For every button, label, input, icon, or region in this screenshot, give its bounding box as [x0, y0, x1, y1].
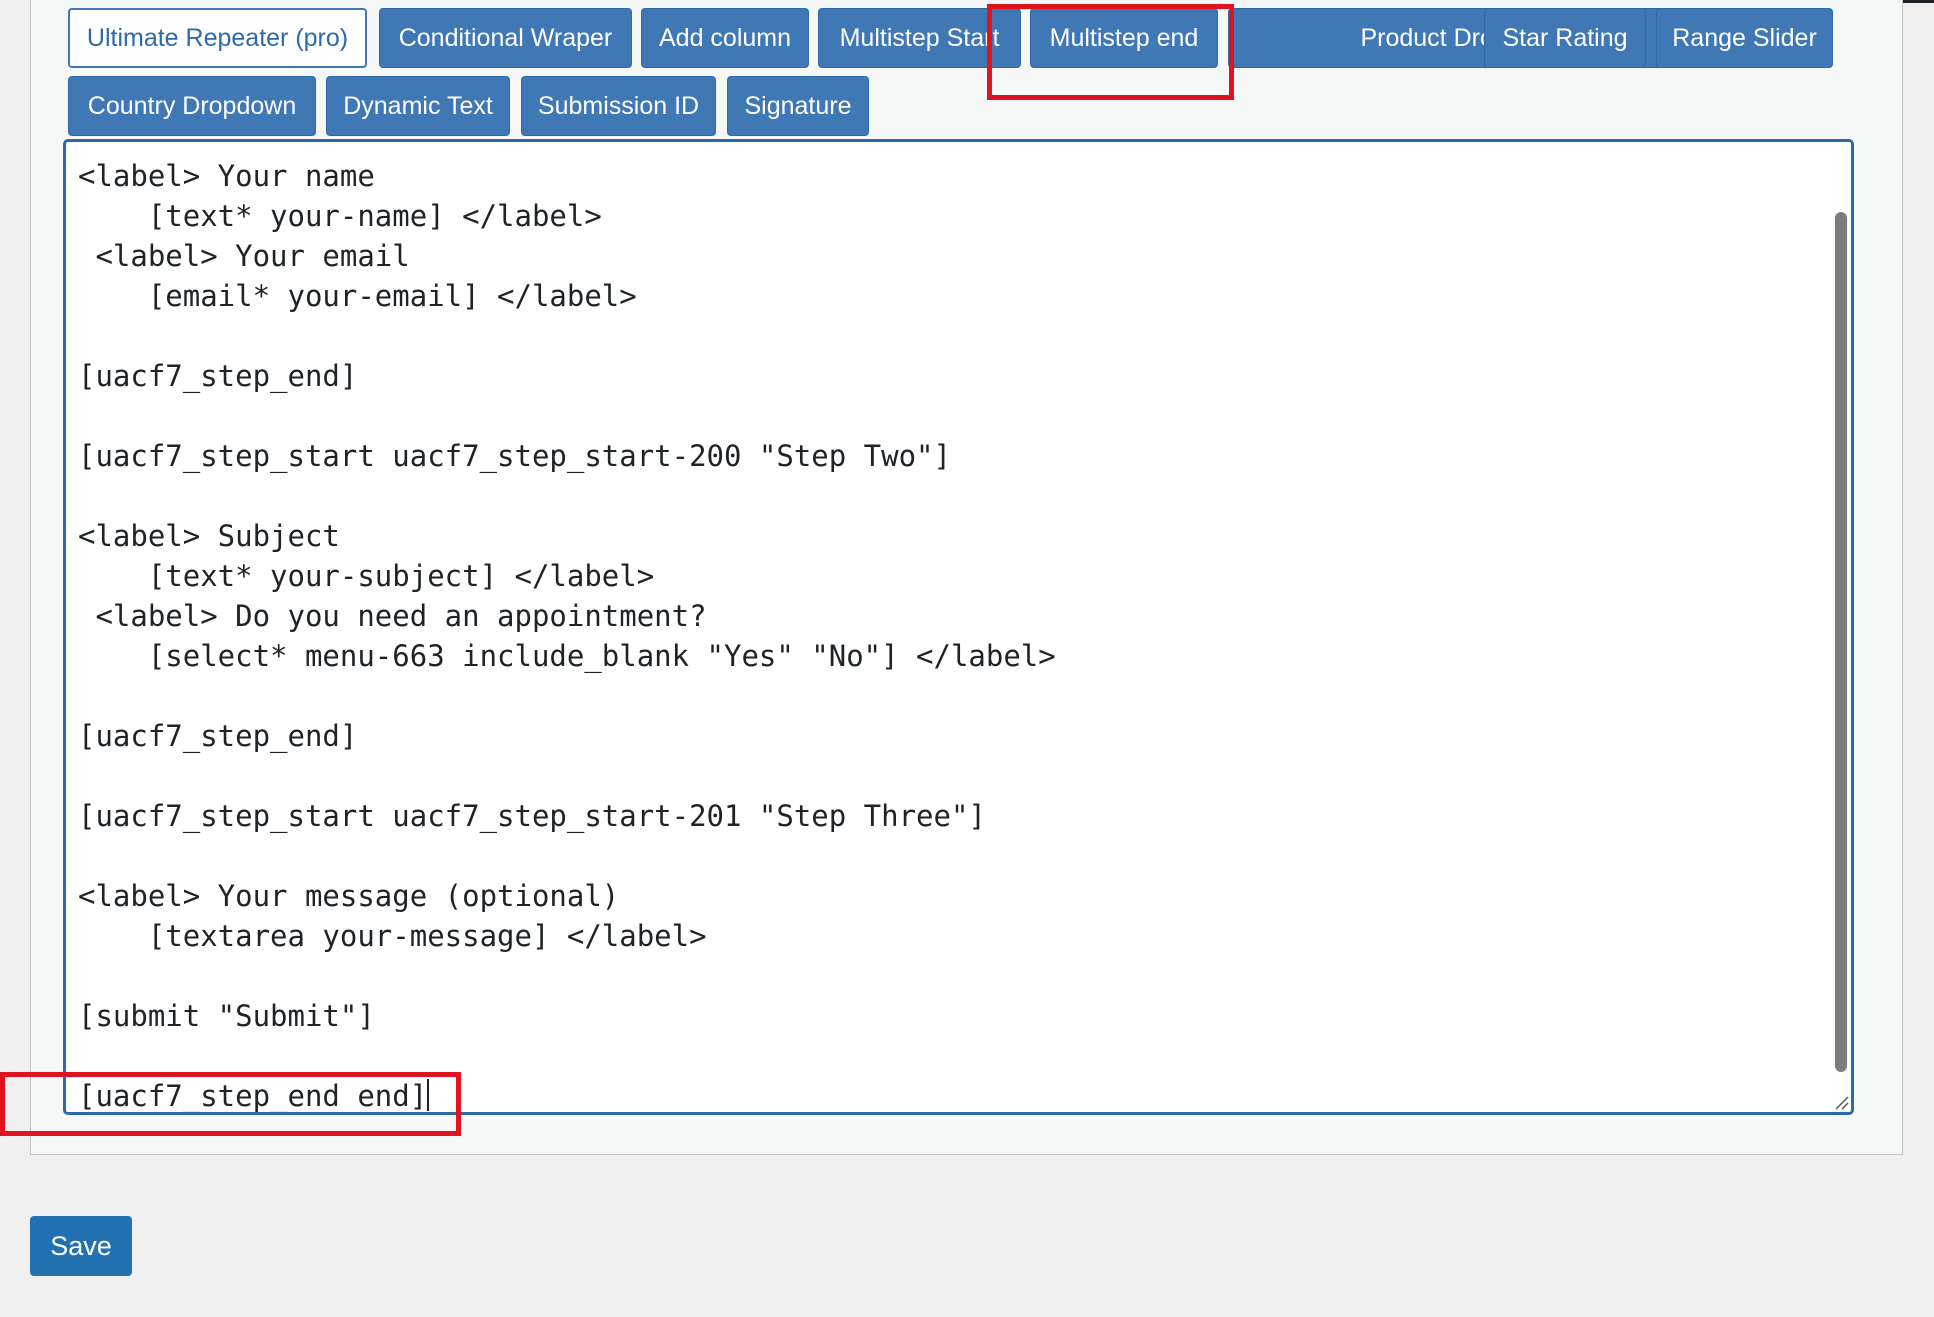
code-line: [uacf7_step_start uacf7_step_start-201 "… — [78, 799, 986, 833]
submission-id-button[interactable]: Submission ID — [521, 76, 716, 136]
signature-button[interactable]: Signature — [727, 76, 869, 136]
code-line: <label> Your name — [78, 159, 375, 193]
code-line: [email* your-email] </label> — [78, 279, 637, 313]
code-line: <label> Do you need an appointment? — [78, 599, 707, 633]
conditional-wrapper-button[interactable]: Conditional Wraper — [379, 8, 632, 68]
code-line: [uacf7_step_end] — [78, 719, 358, 753]
code-line: <label> Your message (optional) — [78, 879, 620, 913]
code-line: <label> Subject — [78, 519, 340, 553]
editor-scrollbar-thumb[interactable] — [1835, 212, 1847, 1072]
form-template-textarea[interactable]: <label> Your name [text* your-name] </la… — [63, 139, 1854, 1115]
save-button[interactable]: Save — [30, 1216, 132, 1276]
resize-handle-icon[interactable] — [1833, 1094, 1849, 1110]
dynamic-text-button[interactable]: Dynamic Text — [326, 76, 510, 136]
code-line: [text* your-name] </label> — [78, 199, 602, 233]
star-rating-button[interactable]: Star Rating — [1484, 8, 1646, 68]
code-line: [text* your-subject] </label> — [78, 559, 655, 593]
country-dropdown-button[interactable]: Country Dropdown — [68, 76, 316, 136]
add-column-button[interactable]: Add column — [641, 8, 809, 68]
code-line: [select* menu-663 include_blank "Yes" "N… — [78, 639, 1056, 673]
code-line: <label> Your email — [78, 239, 410, 273]
code-line: [uacf7_step_end] — [78, 359, 358, 393]
range-slider-button[interactable]: Range Slider — [1656, 8, 1833, 68]
highlight-box-multistep-end — [987, 4, 1234, 100]
code-line: [textarea your-message] </label> — [78, 919, 707, 953]
editor-scrollbar[interactable] — [1835, 212, 1847, 1082]
code-line: [submit "Submit"] — [78, 999, 375, 1033]
form-template-code: <label> Your name [text* your-name] </la… — [78, 156, 1056, 1112]
code-line: [uacf7_step_start uacf7_step_start-200 "… — [78, 439, 951, 473]
highlight-box-step-end-tag — [0, 1072, 461, 1136]
ultimate-repeater-button[interactable]: Ultimate Repeater (pro) — [68, 8, 367, 68]
